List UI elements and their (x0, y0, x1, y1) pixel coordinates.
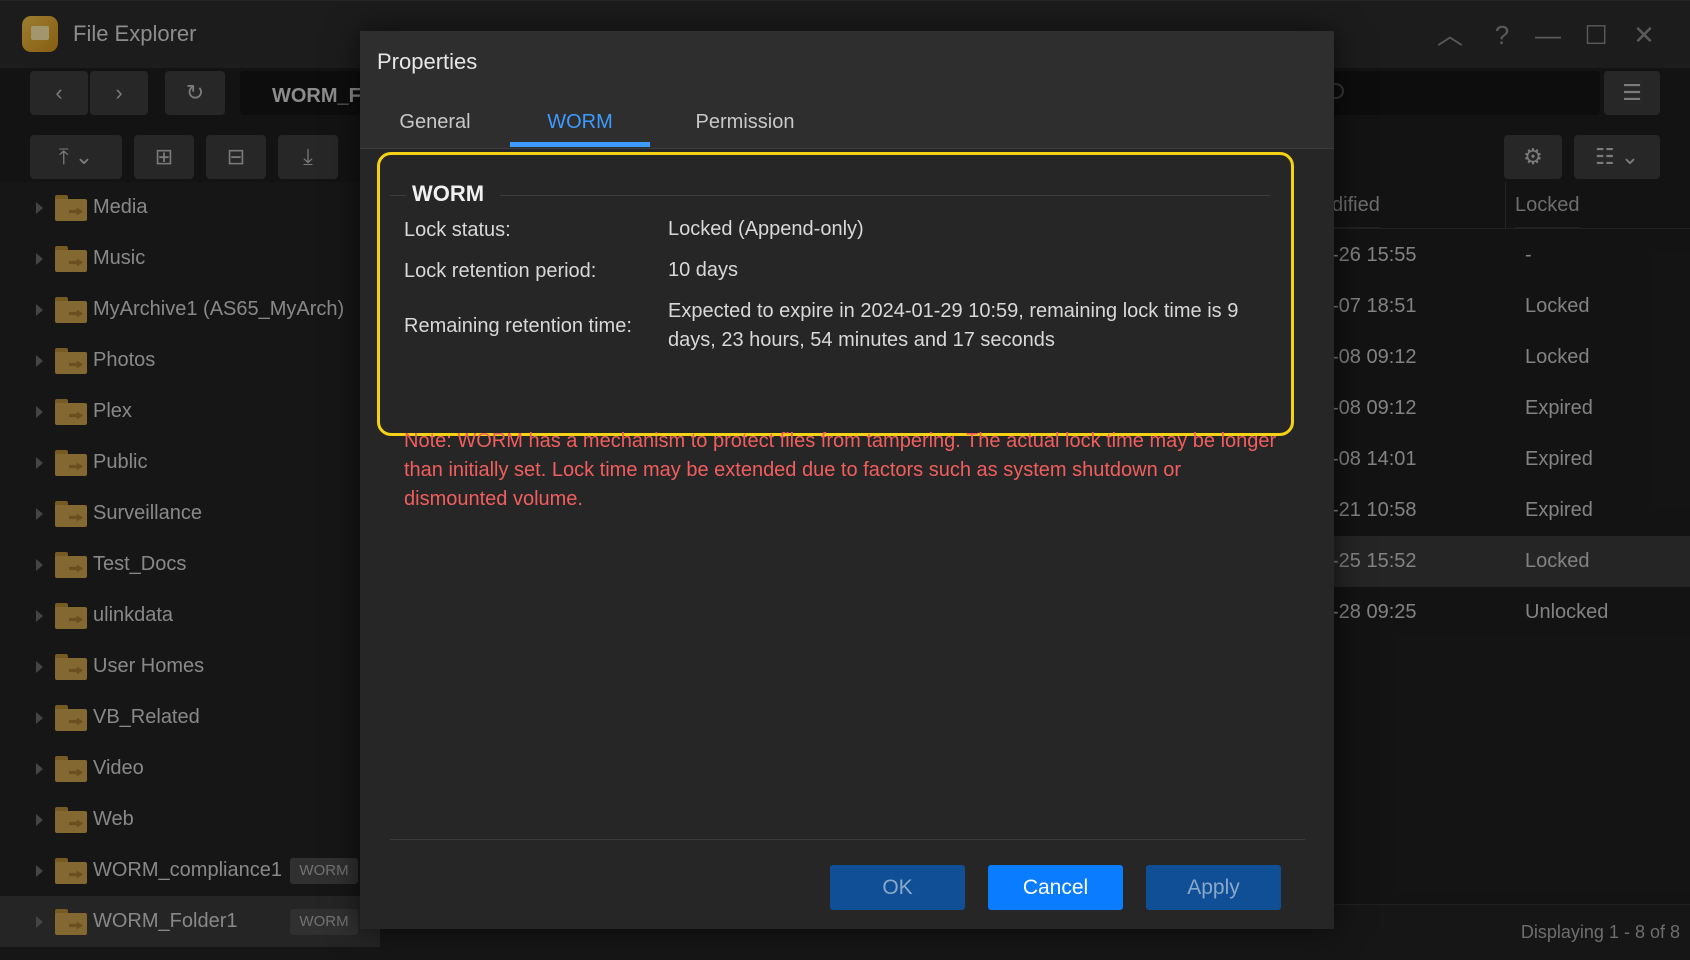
remaining-time-label: Remaining retention time: (404, 315, 632, 337)
lock-status-label: Lock status: (404, 219, 511, 241)
retention-period-value: 10 days (668, 259, 739, 281)
dialog-title: Properties (377, 49, 478, 74)
ok-button[interactable]: OK (830, 865, 965, 910)
dialog-header: Properties General WORM Permission (360, 31, 1334, 149)
remaining-time-value: Expected to expire in 2024-01-29 10:59, … (668, 300, 1239, 351)
properties-dialog: Properties General WORM Permission WORM … (360, 31, 1334, 929)
retention-period-label: Lock retention period: (404, 260, 597, 282)
file-explorer-window: File Explorer ︿ ? — ☐ ✕ ‹ › ↻ WORM_F ☰ ⤒… (0, 0, 1690, 960)
footer-divider (390, 839, 1305, 840)
section-title: WORM (412, 181, 485, 206)
lock-status-value: Locked (Append-only) (668, 218, 864, 240)
worm-note: Note: WORM has a mechanism to protect fi… (404, 430, 1277, 510)
apply-button[interactable]: Apply (1146, 865, 1281, 910)
tab-general[interactable]: General (380, 111, 490, 149)
cancel-button[interactable]: Cancel (988, 865, 1123, 910)
tab-permission[interactable]: Permission (670, 111, 820, 149)
worm-info-section: WORM Lock status: Locked (Append-only) L… (377, 152, 1294, 436)
active-tab-indicator (510, 142, 650, 147)
section-divider (500, 195, 1270, 196)
section-divider (390, 195, 406, 196)
